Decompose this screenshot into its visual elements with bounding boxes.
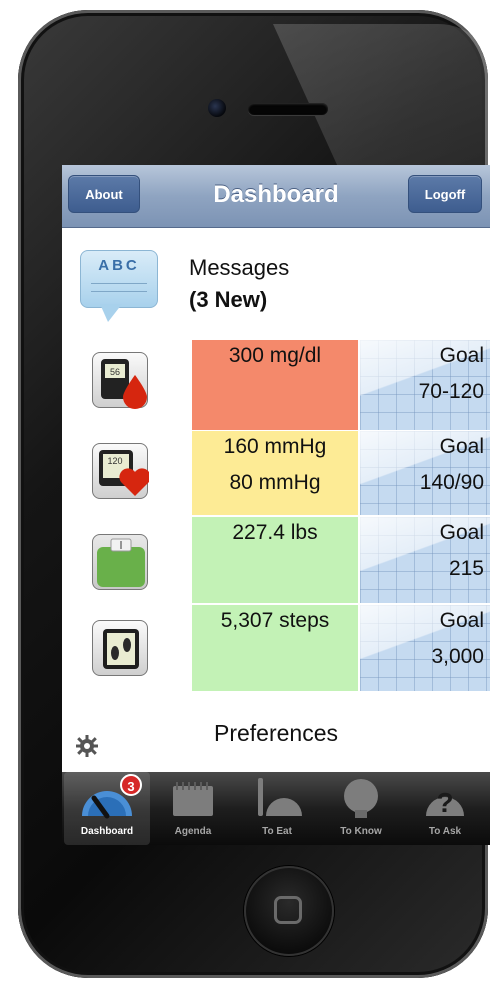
steps-goal-value: 3,000 — [431, 645, 484, 668]
bubble-line — [91, 283, 147, 284]
speech-bubble-tail — [100, 304, 122, 322]
steps-goal-label: Goal — [439, 609, 484, 632]
notification-badge: 3 — [120, 774, 142, 796]
glucose-meter-reading: 56 — [110, 367, 120, 377]
glucose-value-cell[interactable]: 300 mg/dl — [192, 340, 358, 430]
scale-graphic — [97, 538, 145, 587]
glucose-value: 300 mg/dl — [228, 344, 322, 367]
tab-label-to-know: To Know — [340, 826, 382, 837]
tab-label-to-ask: To Ask — [428, 826, 462, 837]
blood-pressure-reading: 120 — [107, 456, 122, 466]
tab-bar: 3 Dashboard Agenda To Eat To Know ? To A… — [62, 772, 490, 845]
diastolic-value: 80 mmHg — [229, 471, 321, 494]
tab-to-ask[interactable]: ? To Ask — [402, 772, 488, 845]
steps-value-cell[interactable]: 5,307 steps — [192, 605, 358, 691]
tab-label-to-eat: To Eat — [262, 826, 292, 837]
glucose-meter-icon[interactable]: 56 — [92, 352, 148, 409]
tab-label-agenda: Agenda — [174, 826, 212, 837]
messages-icon-text: ABC — [98, 257, 140, 274]
blood-pressure-icon[interactable]: 120 — [92, 443, 151, 499]
glucose-goal-cell[interactable]: Goal 70-120 — [360, 340, 490, 430]
pedometer-graphic — [103, 629, 139, 669]
tab-label-dashboard: Dashboard — [80, 826, 134, 837]
blood-pressure-goal-value: 140/90 — [419, 471, 484, 494]
messages-icon[interactable]: ABC — [80, 250, 158, 326]
tab-agenda[interactable]: Agenda — [150, 772, 236, 845]
blood-pressure-goal-cell[interactable]: Goal 140/90 — [360, 431, 490, 515]
steps-goal-cell[interactable]: Goal 3,000 — [360, 605, 490, 691]
svg-text:?: ? — [436, 787, 453, 818]
app-screen: About Dashboard Logoff ABC Messages (3 N… — [62, 165, 490, 845]
pedometer-icon[interactable] — [92, 620, 148, 676]
bubble-line — [91, 291, 147, 292]
earpiece-speaker — [248, 103, 328, 115]
glucose-goal-label: Goal — [439, 344, 484, 367]
weight-value: 227.4 lbs — [232, 521, 318, 544]
weight-goal-cell[interactable]: Goal 215 — [360, 517, 490, 603]
blood-pressure-value-cell[interactable]: 160 mmHg 80 mmHg — [192, 431, 358, 515]
fork-plate-icon — [258, 778, 302, 816]
weight-value-cell[interactable]: 227.4 lbs — [192, 517, 358, 603]
tab-dashboard[interactable]: 3 Dashboard — [64, 772, 150, 845]
systolic-value: 160 mmHg — [223, 435, 327, 458]
preferences-link[interactable]: Preferences — [62, 720, 490, 747]
speech-bubble: ABC — [80, 250, 158, 308]
calendar-icon — [173, 782, 213, 816]
navigation-bar: About Dashboard Logoff — [62, 165, 490, 228]
tab-to-know[interactable]: To Know — [318, 772, 404, 845]
steps-value: 5,307 steps — [220, 609, 330, 632]
front-camera — [208, 99, 226, 117]
home-button-icon — [274, 896, 302, 924]
tab-to-eat[interactable]: To Eat — [234, 772, 320, 845]
weight-goal-value: 215 — [448, 557, 484, 580]
question-icon: ? — [426, 787, 464, 818]
messages-count[interactable]: (3 New) — [189, 287, 267, 313]
lightbulb-icon — [344, 779, 378, 818]
glucose-goal-value: 70-120 — [418, 380, 484, 403]
glucose-meter-graphic: 56 — [101, 359, 147, 409]
weight-goal-label: Goal — [439, 521, 484, 544]
scale-icon[interactable] — [92, 534, 148, 590]
logoff-button[interactable]: Logoff — [408, 175, 482, 213]
messages-title[interactable]: Messages — [189, 255, 289, 281]
blood-pressure-goal-label: Goal — [439, 435, 484, 458]
blood-pressure-graphic: 120 — [99, 450, 151, 496]
